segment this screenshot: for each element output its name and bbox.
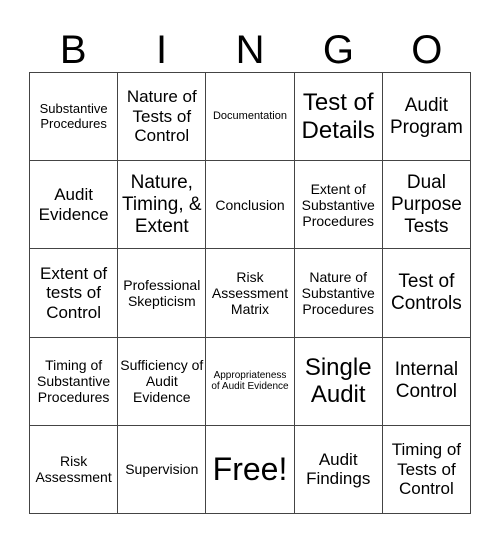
header-letter-b: B bbox=[59, 28, 87, 72]
bingo-cell[interactable]: Sufficiency of Audit Evidence bbox=[118, 337, 207, 426]
bingo-cell[interactable]: Conclusion bbox=[206, 161, 295, 250]
bingo-header: B I N G O bbox=[29, 28, 471, 72]
bingo-cell[interactable]: Professional Skepticism bbox=[118, 249, 207, 338]
bingo-cell[interactable]: Audit Evidence bbox=[30, 161, 119, 250]
header-letter-i: I bbox=[156, 28, 168, 72]
bingo-cell[interactable]: Extent of tests of Control bbox=[30, 249, 119, 338]
bingo-cell[interactable]: Test of Details bbox=[294, 73, 383, 162]
bingo-cell[interactable]: Single Audit bbox=[294, 337, 383, 426]
bingo-cell[interactable]: Risk Assessment Matrix bbox=[206, 249, 295, 338]
bingo-cell[interactable]: Substantive Procedures bbox=[30, 73, 119, 162]
bingo-cell[interactable]: Timing of Tests of Control bbox=[382, 425, 471, 514]
bingo-cell[interactable]: Nature of Tests of Control bbox=[118, 73, 207, 162]
bingo-cell[interactable]: Audit Program bbox=[382, 73, 471, 162]
bingo-cell[interactable]: Test of Controls bbox=[382, 249, 471, 338]
bingo-cell[interactable]: Internal Control bbox=[382, 337, 471, 426]
bingo-cell[interactable]: Supervision bbox=[118, 425, 207, 514]
bingo-cell[interactable]: Audit Findings bbox=[294, 425, 383, 514]
bingo-cell[interactable]: Extent of Substantive Procedures bbox=[294, 161, 383, 250]
bingo-cell[interactable]: Documentation bbox=[206, 73, 295, 162]
bingo-cell[interactable]: Nature of Substantive Procedures bbox=[294, 249, 383, 338]
bingo-cell[interactable]: Appropriateness of Audit Evidence bbox=[206, 337, 295, 426]
bingo-cell[interactable]: Timing of Substantive Procedures bbox=[30, 337, 119, 426]
bingo-cell[interactable]: Nature, Timing, & Extent bbox=[118, 161, 207, 250]
bingo-board: Substantive Procedures Nature of Tests o… bbox=[29, 72, 471, 514]
header-letter-n: N bbox=[235, 28, 265, 72]
bingo-cell[interactable]: Dual Purpose Tests bbox=[382, 161, 471, 250]
header-letter-g: G bbox=[322, 28, 354, 72]
bingo-cell[interactable]: Risk Assessment bbox=[30, 425, 119, 514]
free-space-cell[interactable]: Free! bbox=[206, 425, 295, 514]
header-letter-o: O bbox=[411, 28, 443, 72]
